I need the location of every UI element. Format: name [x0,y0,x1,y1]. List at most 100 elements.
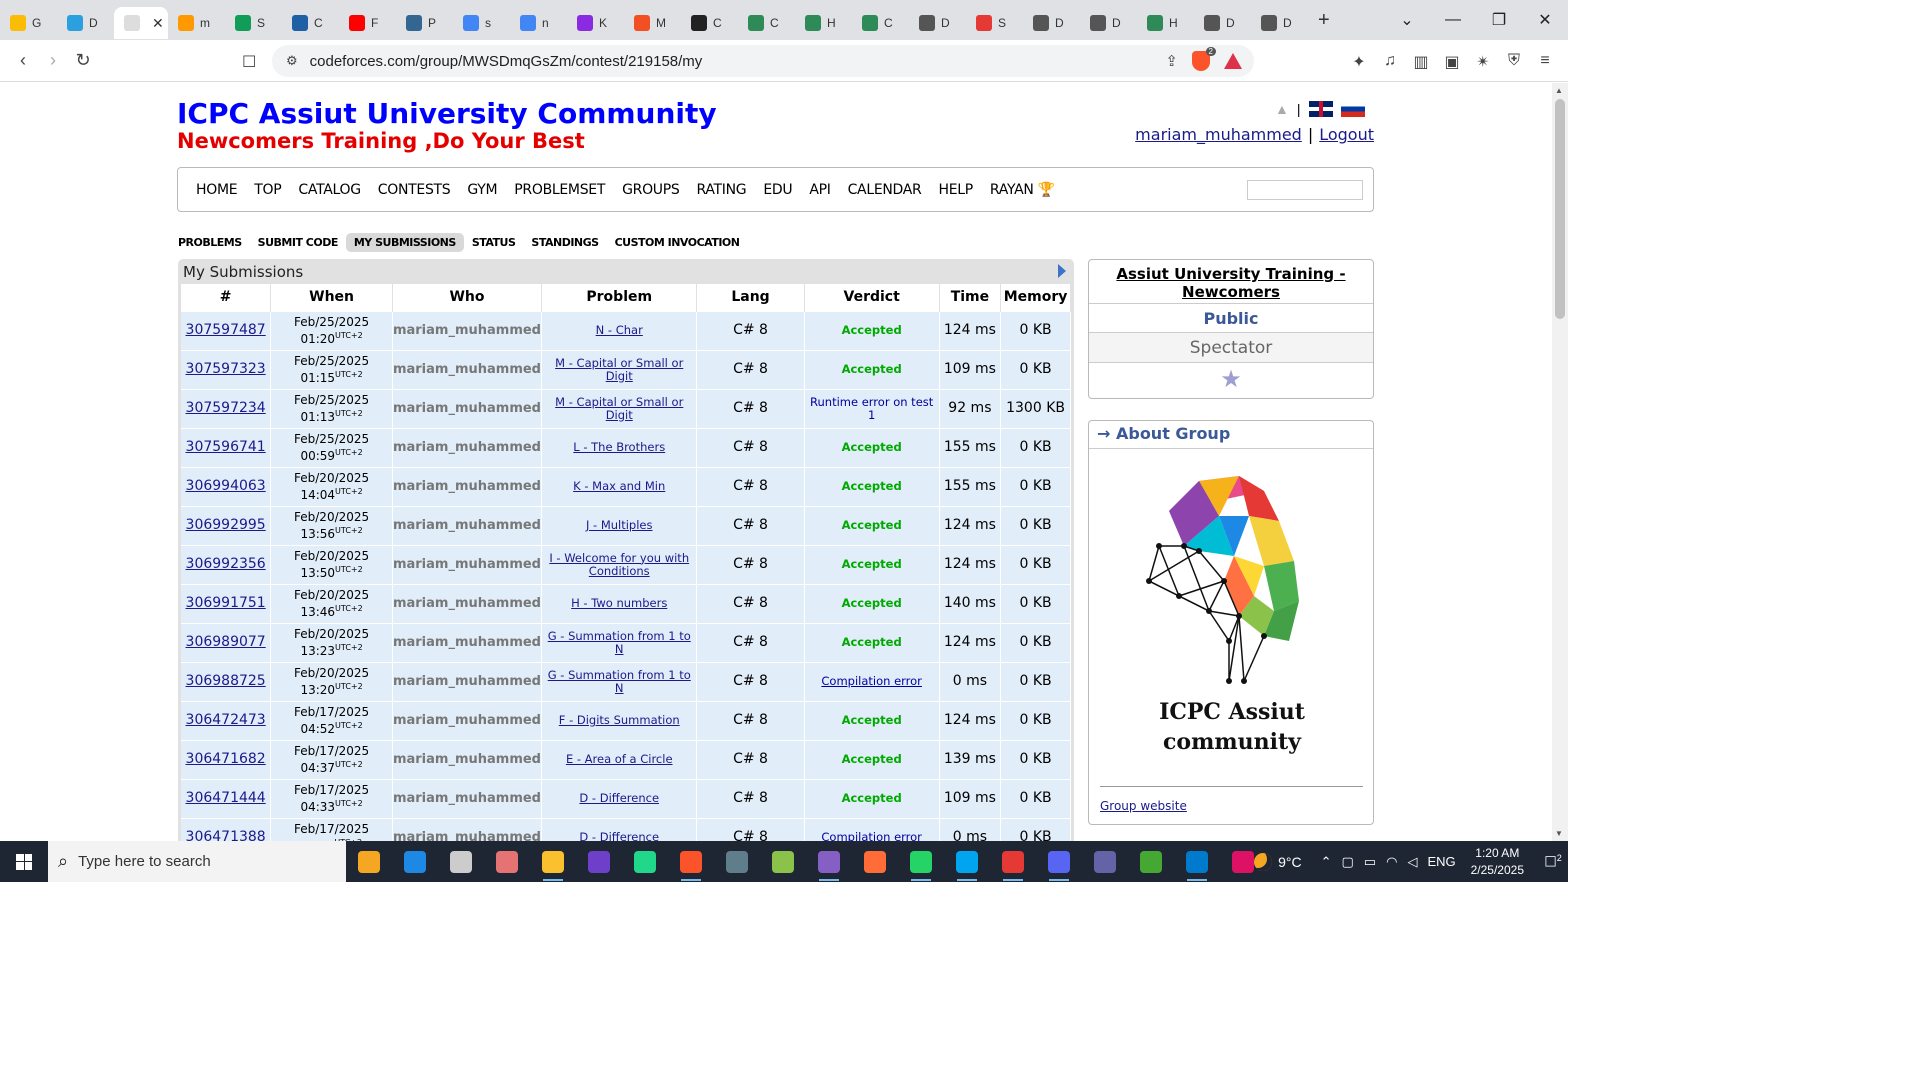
chevron-up-icon[interactable]: ⌃ [1321,854,1332,870]
browser-tab[interactable]: D [1194,7,1251,39]
visual-studio-icon[interactable] [806,841,852,882]
menu-item-gym[interactable]: GYM [467,182,497,198]
problem-link[interactable]: M - Capital or Small or Digit [555,395,683,422]
scroll-thumb[interactable] [1555,99,1565,319]
menu-item-api[interactable]: API [809,182,831,198]
browser-tab[interactable]: H [795,7,852,39]
menu-item-calendar[interactable]: CALENDAR [848,182,922,198]
office-icon[interactable] [990,841,1036,882]
battery-icon[interactable]: ▭ [1364,854,1376,870]
media-icon[interactable]: ♫ [1381,52,1399,72]
submission-id-link[interactable]: 306991751 [186,595,266,611]
wallet-icon[interactable]: ▣ [1443,52,1461,72]
problem-link[interactable]: E - Area of a Circle [566,752,673,766]
browser-tab[interactable]: n [510,7,567,39]
browser-tab[interactable]: C [852,7,909,39]
brave-browser-icon[interactable] [668,841,714,882]
vscode-icon[interactable] [1174,841,1220,882]
menu-item-problemset[interactable]: PROBLEMSET [514,182,605,198]
minimize-icon[interactable]: — [1430,11,1476,29]
subnav-problems[interactable]: PROBLEMS [177,233,250,252]
input-language[interactable]: ENG [1427,854,1455,869]
problem-link[interactable]: D - Difference [579,830,659,841]
start-button[interactable] [0,841,48,882]
subnav-custom-invocation[interactable]: CUSTOM INVOCATION [607,233,748,252]
submission-id-link[interactable]: 307597487 [186,322,266,338]
browser-tab[interactable]: S [966,7,1023,39]
task-view-icon[interactable] [438,841,484,882]
new-tab-icon[interactable]: + [1318,9,1330,32]
forward-icon[interactable]: › [38,50,68,71]
logout-link[interactable]: Logout [1319,125,1374,144]
problem-link[interactable]: G - Summation from 1 to N [548,629,691,656]
menu-item-rayan[interactable]: RAYAN 🏆 [990,182,1055,198]
bookmark-icon[interactable]: ☐ [242,52,256,72]
submission-id-link[interactable]: 306988725 [186,673,266,689]
window-close-icon[interactable]: ✕ [1522,10,1568,30]
submission-id-link[interactable]: 307597234 [186,400,266,416]
widgets-icon[interactable] [392,841,438,882]
problem-link[interactable]: M - Capital or Small or Digit [555,356,683,383]
problem-link[interactable]: G - Summation from 1 to N [548,668,691,695]
browser-tab[interactable]: D [1023,7,1080,39]
tab-search-icon[interactable]: ⌄ [1384,10,1430,30]
submission-id-link[interactable]: 306472473 [186,712,266,728]
group-name-link[interactable]: Assiut University Training - Newcomers [1089,260,1373,304]
browser-tab[interactable]: C [282,7,339,39]
submission-id-link[interactable]: 306992995 [186,517,266,533]
site-settings-icon[interactable]: ⚙ [286,53,298,69]
wifi-icon[interactable]: ◠ [1386,854,1397,870]
weather-widget[interactable]: 9°C [1254,852,1302,871]
arrow-right-icon[interactable] [1058,264,1066,278]
subnav-submit-code[interactable]: SUBMIT CODE [250,233,346,252]
brave-shields-icon[interactable]: 2 [1192,47,1216,71]
problem-link[interactable]: I - Welcome for you with Conditions [549,551,689,578]
share-icon[interactable]: ⇪ [1165,52,1178,70]
bell-icon[interactable]: ▲ [1275,101,1289,117]
menu-icon[interactable]: ≡ [1536,52,1554,72]
browser-tab[interactable]: H [1137,7,1194,39]
taskbar-search[interactable]: ⌕ Type here to search [48,841,346,882]
file-explorer-icon[interactable] [530,841,576,882]
subnav-my-submissions[interactable]: MY SUBMISSIONS [345,233,464,252]
github-desktop-icon[interactable] [576,841,622,882]
extensions-icon[interactable]: ✦ [1350,52,1368,72]
menu-item-home[interactable]: HOME [196,182,238,198]
submission-id-link[interactable]: 306471444 [186,790,266,806]
menu-item-help[interactable]: HELP [938,182,973,198]
back-icon[interactable]: ‹ [8,50,38,71]
submission-id-link[interactable]: 307597323 [186,361,266,377]
brave-rewards-icon[interactable] [1224,53,1242,69]
submission-id-link[interactable]: 307596741 [186,439,266,455]
scroll-up-icon[interactable]: ▲ [1555,86,1563,95]
url-text[interactable]: codeforces.com/group/MWSDmqGsZm/contest/… [310,53,703,70]
page-scrollbar[interactable]: ▲ ▼ [1552,83,1568,841]
submission-id-link[interactable]: 306994063 [186,478,266,494]
clock[interactable]: 1:20 AM 2/25/2025 [1471,845,1524,879]
browser-tab[interactable]: D [57,7,114,39]
problem-link[interactable]: L - The Brothers [573,440,665,454]
reload-icon[interactable]: ↻ [68,50,98,71]
submission-id-link[interactable]: 306992356 [186,556,266,572]
leo-icon[interactable]: ✴ [1474,52,1492,72]
pycharm-icon[interactable] [622,841,668,882]
browser-tab[interactable]: G [0,7,57,39]
verdict[interactable]: Compilation error [821,674,922,688]
menu-item-contests[interactable]: CONTESTS [378,182,451,198]
vpn-icon[interactable]: ⛨ [1505,52,1523,72]
notification-icon[interactable]: ☐2 [1538,853,1568,871]
username-link[interactable]: mariam_muhammed [1135,125,1302,144]
subnav-status[interactable]: STATUS [464,233,524,252]
notepad-app-icon[interactable] [346,841,392,882]
problem-link[interactable]: F - Digits Summation [559,713,680,727]
meet-icon[interactable]: ▢ [1342,854,1354,870]
menu-item-groups[interactable]: GROUPS [622,182,680,198]
browser-tab[interactable]: D [1251,7,1308,39]
verdict[interactable]: Compilation error [821,830,922,841]
address-bar[interactable]: ⚙ codeforces.com/group/MWSDmqGsZm/contes… [272,45,1254,77]
maximize-icon[interactable]: ❐ [1476,10,1522,30]
browser-tab[interactable]: s [453,7,510,39]
browser-tab[interactable]: C [681,7,738,39]
star-icon[interactable]: ★ [1089,363,1373,397]
menu-item-catalog[interactable]: CATALOG [298,182,361,198]
